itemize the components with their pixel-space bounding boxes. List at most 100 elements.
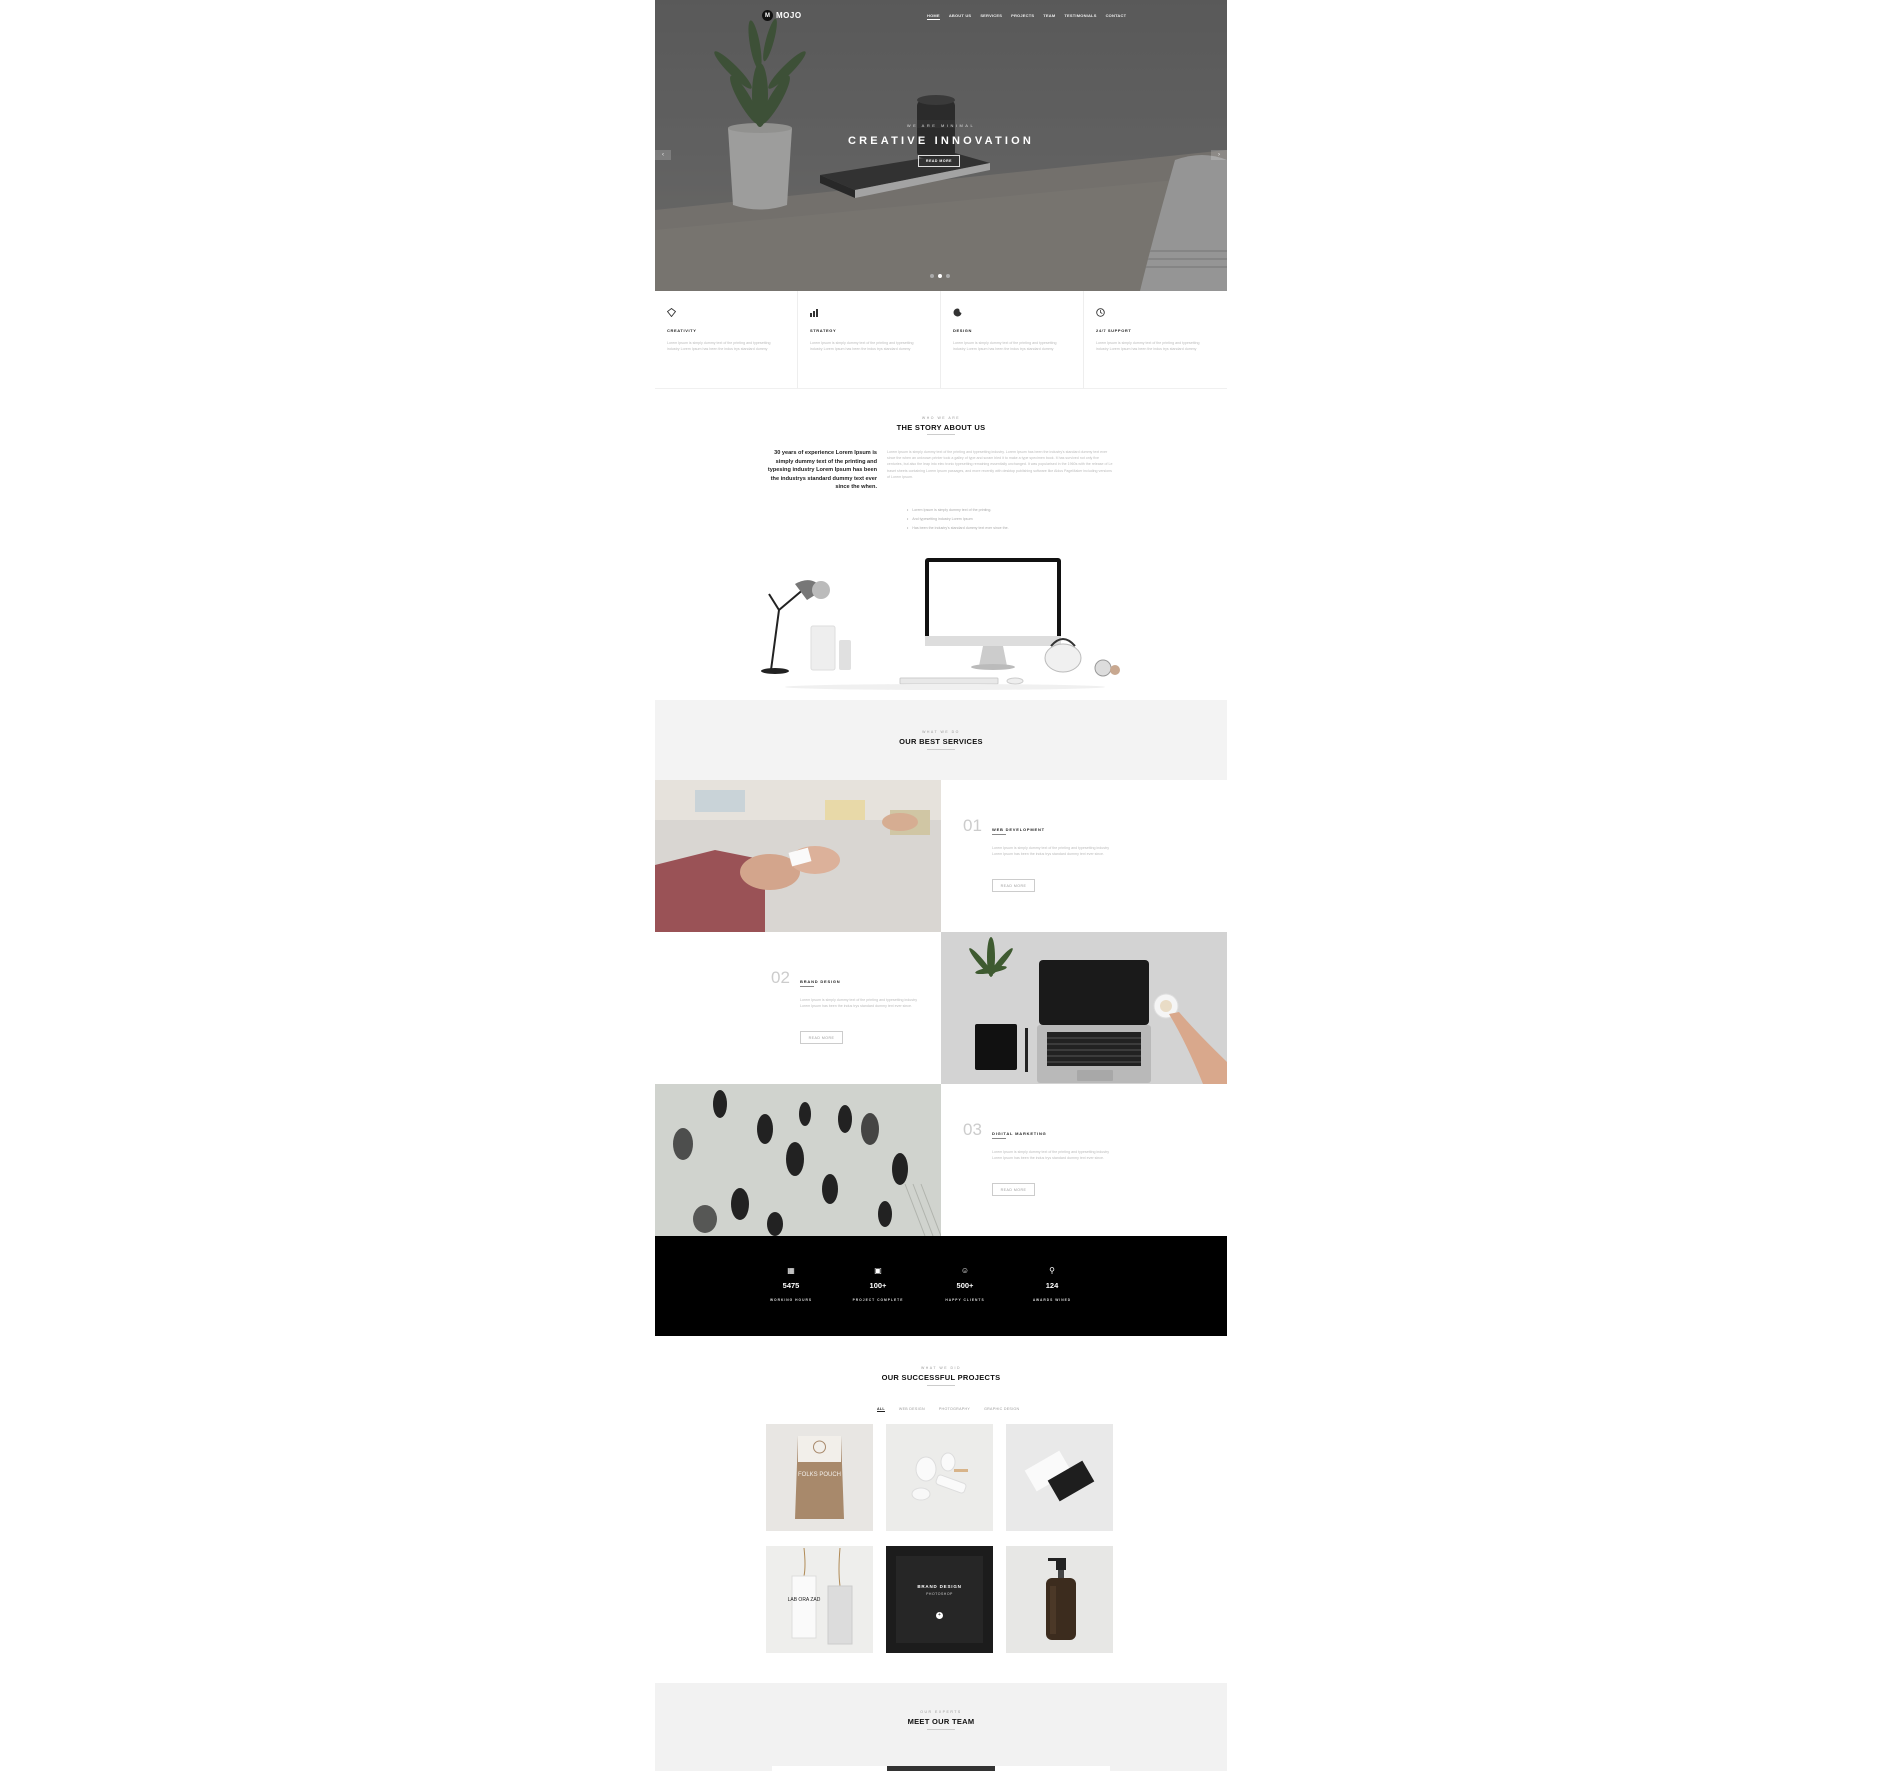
about-kicker: WHO WE ARE <box>921 416 961 420</box>
nav-item-contact[interactable]: CONTACT <box>1106 13 1127 20</box>
nav-item-services[interactable]: SERVICES <box>980 13 1002 20</box>
feature-title: CREATIVITY <box>667 328 697 333</box>
service-description: Lorem Ipsum is simply dummy text of the … <box>800 998 918 1009</box>
stat-value: 100+ <box>869 1281 887 1290</box>
service-title-underline <box>992 834 1006 835</box>
feature-text: Lorem Ipsum is simply dummy text of the … <box>810 341 914 351</box>
stat-label: WORKING HOURS <box>769 1298 813 1302</box>
service-title-underline <box>992 1138 1006 1139</box>
list-item: Lorem Ipsum is simply dummy text of the … <box>907 506 1009 515</box>
filter-tab-all[interactable]: ALL <box>877 1407 885 1412</box>
filter-tab-web-design[interactable]: WEB DESIGN <box>899 1407 925 1412</box>
nav-item-projects[interactable]: PROJECTS <box>1011 13 1034 20</box>
hero-kicker: WE ARE MINIMAL <box>906 123 976 128</box>
stat-label: HAPPY CLIENTS <box>945 1298 985 1302</box>
project-item-tags[interactable]: LAB ORA ZAD <box>766 1546 873 1653</box>
palette-icon <box>953 308 962 319</box>
monitor-icon: ▣ <box>874 1266 882 1275</box>
workspace-illustration <box>761 558 1120 690</box>
stat-item: ☺ 500+ HAPPY CLIENTS <box>925 1236 1005 1336</box>
plus-icon[interactable]: + <box>936 1612 943 1619</box>
service-title: WEB DEVELOPMENT <box>992 827 1045 832</box>
stat-label: AWARDS WINED <box>1032 1298 1072 1302</box>
diamond-icon <box>666 307 677 319</box>
stat-label: PROJECT COMPLETE <box>852 1298 904 1302</box>
hero-title: CREATIVE INNOVATION <box>847 135 1035 147</box>
list-item: Has been the industry's standard dummy t… <box>907 524 1008 533</box>
service-image-marketing <box>655 1084 941 1236</box>
title-divider <box>927 434 955 435</box>
slider-prev-icon[interactable]: ‹ <box>655 150 671 160</box>
pouch-label: FOLKS POUCH <box>798 1472 841 1478</box>
slider-next-icon[interactable]: › <box>1211 150 1227 160</box>
stat-item: ▦ 5475 WORKING HOURS <box>751 1236 831 1336</box>
stat-item: ▣ 100+ PROJECT COMPLETE <box>838 1236 918 1336</box>
project-item-business-cards[interactable] <box>1006 1424 1113 1531</box>
title-divider <box>927 749 955 750</box>
features-row: CREATIVITY Lorem Ipsum is simply dummy t… <box>655 291 1227 389</box>
logo-text: MOJO <box>776 11 802 20</box>
main-menu: HOME ABOUT US SERVICES PROJECTS TEAM TES… <box>927 13 1126 20</box>
nav-item-about[interactable]: ABOUT US <box>949 13 972 20</box>
service-card: 01 WEB DEVELOPMENT Lorem Ipsum is simply… <box>941 780 1227 932</box>
project-item-brand-design[interactable]: BRAND DESIGN PHOTOSHOP + <box>886 1546 993 1653</box>
list-item: And typesetting industry Lorem Ipsum <box>907 515 1009 524</box>
project-overlay-subtitle: PHOTOSHOP <box>926 1592 953 1596</box>
stat-value: 500+ <box>956 1281 974 1290</box>
stats-counter-bar: ▦ 5475 WORKING HOURS ▣ 100+ PROJECT COMP… <box>655 1236 1227 1336</box>
service-title: BRAND DESIGN <box>800 979 841 984</box>
project-item-ceramics[interactable] <box>886 1424 993 1531</box>
hero-read-more-button[interactable]: READ MORE <box>918 155 960 167</box>
team-kicker: OUR EXPERTS <box>920 1710 962 1714</box>
smile-icon: ☺ <box>960 1266 970 1275</box>
tag-label: LAB ORA ZAD <box>788 1597 821 1603</box>
top-navigation: M MOJO HOME ABOUT US SERVICES PROJECTS T… <box>655 0 1227 34</box>
feature-text: Lorem Ipsum is simply dummy text of the … <box>667 341 771 351</box>
team-card-highlight <box>887 1766 995 1771</box>
nav-item-home[interactable]: HOME <box>927 13 940 20</box>
chart-icon <box>810 308 820 319</box>
team-section: OUR EXPERTS MEET OUR TEAM <box>655 1683 1227 1771</box>
feature-text: Lorem Ipsum is simply dummy text of the … <box>1096 341 1200 351</box>
service-number: 02 <box>771 968 790 987</box>
brand-logo[interactable]: M MOJO <box>762 10 802 21</box>
team-title: MEET OUR TEAM <box>907 1717 975 1726</box>
stat-value: 5475 <box>782 1281 800 1290</box>
nav-item-team[interactable]: TEAM <box>1043 13 1055 20</box>
service-image-web <box>655 780 941 932</box>
about-title: THE STORY ABOUT US <box>896 423 986 432</box>
service-description: Lorem Ipsum is simply dummy text of the … <box>992 846 1110 857</box>
feature-card: CREATIVITY Lorem Ipsum is simply dummy t… <box>655 291 798 389</box>
projects-title: OUR SUCCESSFUL PROJECTS <box>881 1373 1001 1382</box>
project-item-bottle[interactable] <box>1006 1546 1113 1653</box>
service-number: 01 <box>963 816 982 835</box>
calendar-icon: ▦ <box>787 1266 795 1275</box>
filter-tab-photography[interactable]: PHOTOGRAPHY <box>939 1407 970 1412</box>
slider-dot-active[interactable] <box>938 274 942 278</box>
about-lead-text: 30 years of experience Lorem Ipsum is si… <box>767 450 877 491</box>
read-more-button[interactable]: READ MORE <box>992 879 1035 892</box>
slider-dot[interactable] <box>930 274 934 278</box>
service-image-brand <box>941 932 1227 1084</box>
service-card: 02 BRAND DESIGN Lorem Ipsum is simply du… <box>655 932 941 1084</box>
read-more-button[interactable]: READ MORE <box>800 1031 843 1044</box>
services-kicker: WHAT WE DO <box>922 730 960 734</box>
project-item-pouch[interactable]: FOLKS POUCH <box>766 1424 873 1531</box>
feature-card: DESIGN Lorem Ipsum is simply dummy text … <box>941 291 1084 389</box>
feature-card: 24/7 SUPPORT Lorem Ipsum is simply dummy… <box>1084 291 1227 389</box>
hero-slider: M MOJO HOME ABOUT US SERVICES PROJECTS T… <box>655 0 1227 291</box>
stat-value: 124 <box>1045 1281 1059 1290</box>
service-card: 03 DIGITAL MARKETING Lorem Ipsum is simp… <box>941 1084 1227 1236</box>
nav-item-testimonials[interactable]: TESTIMONIALS <box>1064 13 1096 20</box>
feature-title: STRATEGY <box>810 328 837 333</box>
filter-tab-graphic-design[interactable]: GRAPHIC DESIGN <box>984 1407 1019 1412</box>
slider-dot[interactable] <box>946 274 950 278</box>
landing-page: M MOJO HOME ABOUT US SERVICES PROJECTS T… <box>655 0 1227 1771</box>
feature-title: DESIGN <box>953 328 972 333</box>
read-more-button[interactable]: READ MORE <box>992 1183 1035 1196</box>
service-title: DIGITAL MARKETING <box>992 1131 1047 1136</box>
service-number: 03 <box>963 1120 982 1139</box>
feature-text: Lorem Ipsum is simply dummy text of the … <box>953 341 1057 351</box>
clock-icon <box>1096 308 1105 319</box>
service-title-underline <box>800 986 814 987</box>
